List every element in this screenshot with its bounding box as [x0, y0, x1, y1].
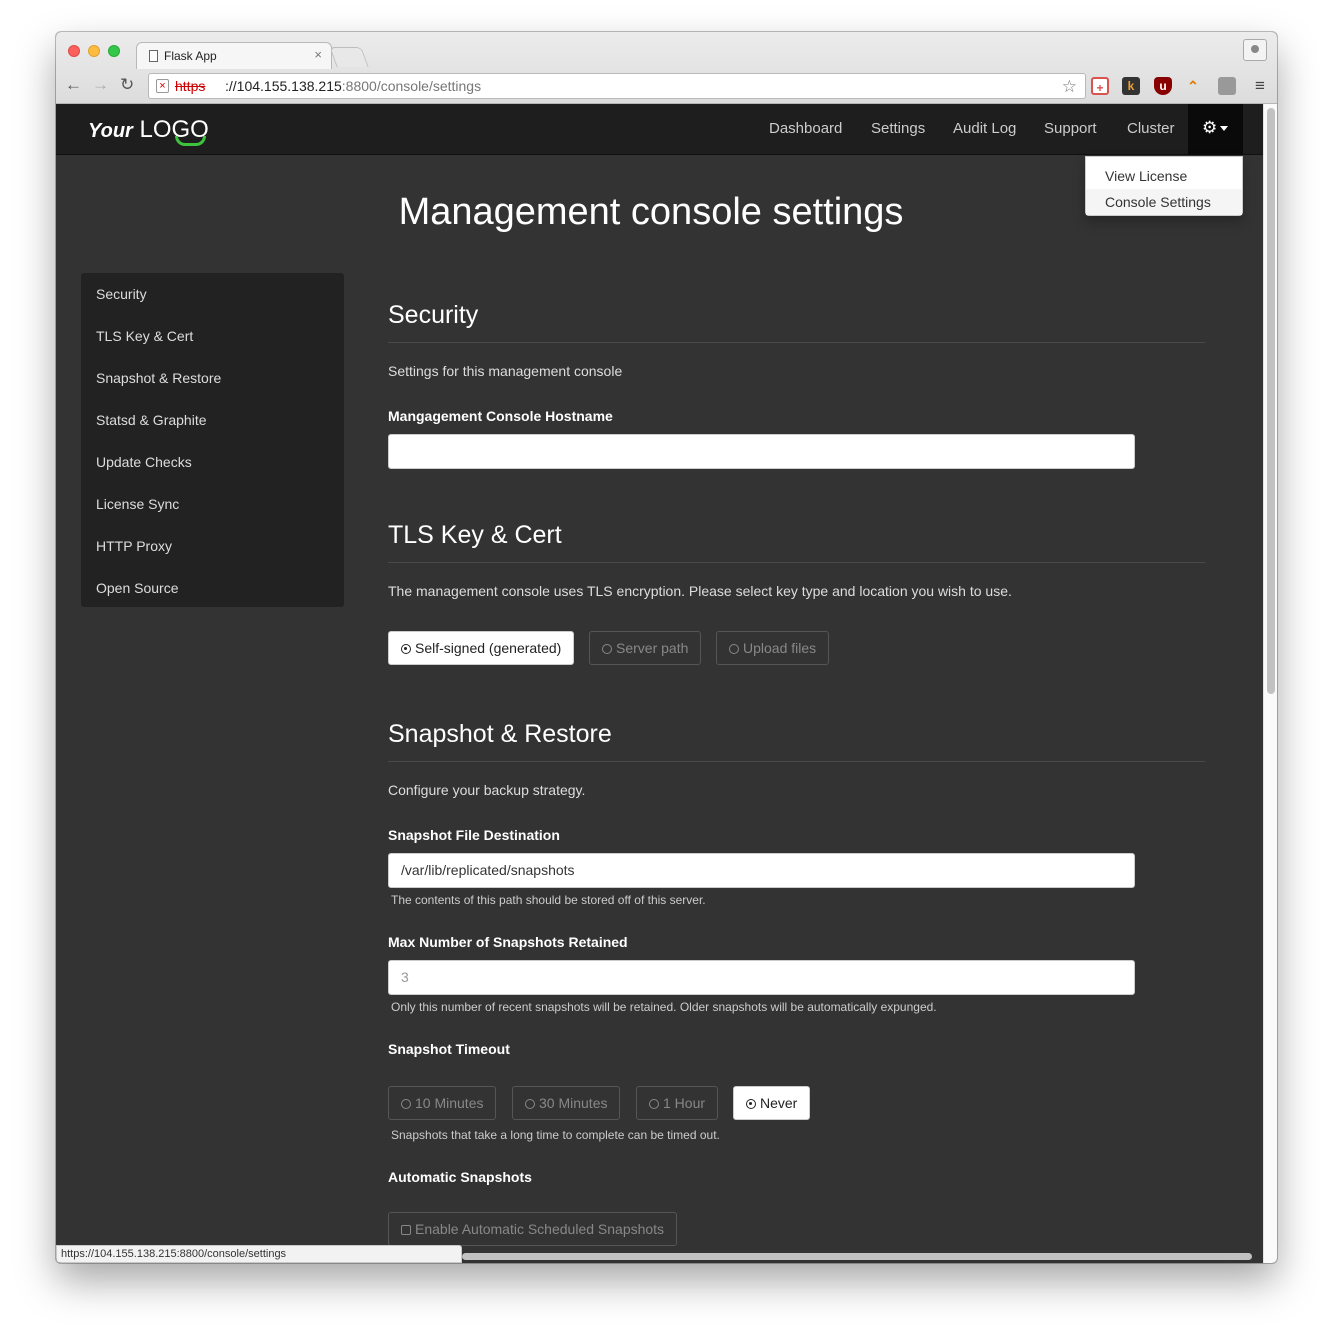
sidebar-item-http-proxy[interactable]: HTTP Proxy [81, 525, 344, 567]
radio-checked-icon [401, 644, 411, 654]
snapshot-lead: Configure your backup strategy. [388, 782, 586, 798]
timeout-10-minutes-option[interactable]: 10 Minutes [388, 1086, 497, 1120]
tls-self-signed-option[interactable]: Self-signed (generated) [388, 631, 575, 665]
destination-label: Snapshot File Destination [388, 827, 560, 843]
url-text: ://104.155.138.215:8800/console/settings [225, 74, 481, 98]
tls-heading: TLS Key & Cert [388, 521, 562, 549]
extension-square-icon[interactable] [1218, 77, 1236, 95]
close-window-icon[interactable] [68, 45, 80, 57]
gear-icon: ⚙ [1202, 118, 1218, 137]
divider [388, 562, 1205, 563]
caret-down-icon [1220, 126, 1228, 131]
nav-support[interactable]: Support [1044, 120, 1097, 137]
extension-ublock-icon[interactable]: u [1154, 77, 1172, 95]
tab-close-icon[interactable]: × [314, 47, 322, 62]
settings-dropdown-toggle[interactable]: ⚙ [1188, 104, 1243, 155]
minimize-window-icon[interactable] [88, 45, 100, 57]
radio-icon [602, 644, 612, 654]
sidebar-item-open-source[interactable]: Open Source [81, 567, 344, 609]
timeout-never-option[interactable]: Never [733, 1086, 811, 1120]
nav-audit-log[interactable]: Audit Log [953, 120, 1016, 137]
extension-rainbow-icon[interactable]: ⌃ [1184, 77, 1202, 95]
tls-lead: The management console uses TLS encrypti… [388, 583, 1012, 599]
timeout-label: Snapshot Timeout [388, 1041, 510, 1057]
tls-upload-files-option[interactable]: Upload files [716, 631, 830, 665]
auto-snapshots-checkbox[interactable]: Enable Automatic Scheduled Snapshots [388, 1212, 678, 1246]
back-arrow-icon[interactable]: ← [65, 76, 82, 94]
timeout-30-minutes-option[interactable]: 30 Minutes [512, 1086, 621, 1120]
max-snapshots-input[interactable]: 3 [388, 960, 1135, 995]
sidebar-item-security[interactable]: Security [81, 273, 344, 315]
nav-cluster[interactable]: Cluster [1127, 120, 1175, 137]
snapshot-heading: Snapshot & Restore [388, 720, 612, 748]
sidebar-item-snapshot[interactable]: Snapshot & Restore [81, 357, 344, 399]
maximize-window-icon[interactable] [108, 45, 120, 57]
address-bar[interactable]: × https ://104.155.138.215:8800/console/… [148, 73, 1086, 99]
nav-settings[interactable]: Settings [871, 120, 925, 137]
reload-icon[interactable]: ↻ [120, 76, 134, 94]
horizontal-scrollbar[interactable] [462, 1253, 1252, 1260]
sidebar-item-tls[interactable]: TLS Key & Cert [81, 315, 344, 357]
forward-arrow-icon[interactable]: → [92, 76, 109, 94]
destination-input[interactable]: /var/lib/replicated/snapshots [388, 853, 1135, 888]
document-icon [149, 50, 158, 62]
extension-k-icon[interactable]: k [1122, 77, 1140, 95]
scrollbar-thumb[interactable] [1267, 108, 1275, 694]
hostname-label: Mangagement Console Hostname [388, 408, 613, 424]
max-snapshots-label: Max Number of Snapshots Retained [388, 934, 628, 950]
sidebar-item-statsd[interactable]: Statsd & Graphite [81, 399, 344, 441]
profile-icon[interactable] [1243, 39, 1267, 61]
sidebar-item-license-sync[interactable]: License Sync [81, 483, 344, 525]
menu-hamburger-icon[interactable]: ≡ [1251, 77, 1269, 95]
timeout-1-hour-option[interactable]: 1 Hour [636, 1086, 719, 1120]
security-lead: Settings for this management console [388, 363, 623, 379]
status-bar-url: https://104.155.138.215:8800/console/set… [56, 1245, 462, 1263]
menu-item-view-license[interactable]: View License [1086, 163, 1242, 189]
sidebar-item-update-checks[interactable]: Update Checks [81, 441, 344, 483]
auto-snapshots-label: Automatic Snapshots [388, 1169, 532, 1185]
vertical-scrollbar[interactable] [1263, 104, 1277, 1263]
tab-title: Flask App [164, 49, 217, 63]
timeout-help: Snapshots that take a long time to compl… [391, 1128, 720, 1142]
extension-plus-icon[interactable]: + [1091, 77, 1109, 95]
max-snapshots-help: Only this number of recent snapshots wil… [391, 1000, 937, 1014]
page-title: Management console settings [398, 191, 904, 233]
tls-server-path-option[interactable]: Server path [589, 631, 702, 665]
radio-icon [649, 1099, 659, 1109]
radio-checked-icon [746, 1099, 756, 1109]
checkbox-icon [401, 1225, 411, 1235]
destination-help: The contents of this path should be stor… [391, 893, 706, 907]
browser-tab[interactable]: Flask App × [136, 42, 332, 69]
radio-icon [525, 1099, 535, 1109]
divider [388, 761, 1205, 762]
browser-window: Flask App × ← → ↻ × https ://104.155.138… [56, 32, 1277, 1263]
logo[interactable]: Your LOGO [88, 115, 209, 146]
browser-chrome: Flask App × ← → ↻ × https ://104.155.138… [56, 32, 1277, 104]
top-navbar: Your LOGO Dashboard Settings Audit Log S… [56, 104, 1263, 155]
divider [388, 342, 1205, 343]
url-host: ://104.155.138.215 [225, 78, 342, 94]
nav-dashboard[interactable]: Dashboard [769, 120, 842, 137]
radio-icon [729, 644, 739, 654]
security-heading: Security [388, 301, 479, 329]
url-path: :8800/console/settings [341, 78, 482, 94]
radio-icon [401, 1099, 411, 1109]
new-tab-button[interactable] [329, 47, 369, 67]
sidebar-nav: Security TLS Key & Cert Snapshot & Resto… [81, 273, 344, 607]
insecure-lock-icon[interactable]: × [156, 79, 169, 93]
url-scheme: https [175, 78, 206, 94]
page: Your LOGO Dashboard Settings Audit Log S… [56, 104, 1263, 1263]
hostname-input[interactable] [388, 434, 1135, 469]
bookmark-star-icon[interactable]: ☆ [1062, 75, 1077, 99]
